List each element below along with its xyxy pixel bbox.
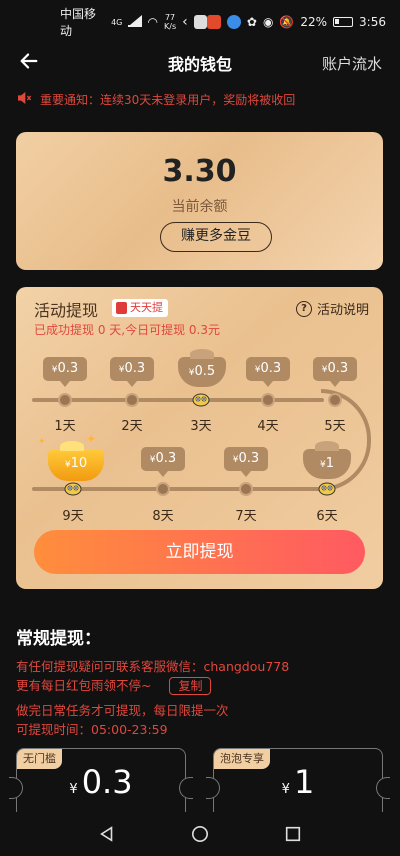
mail-app-icon	[193, 15, 207, 29]
back-button[interactable]	[18, 50, 46, 78]
arrow-left-icon	[20, 53, 38, 69]
contact-info: 有任何提现疑问可联系客服微信：changdou778	[16, 659, 290, 674]
mascot-icon	[64, 482, 82, 496]
mascot-icon	[192, 393, 210, 407]
withdraw-rule: 做完日常任务才可提现，每日限提一次	[16, 703, 229, 718]
day9-reward-ingot: ¥10	[48, 441, 104, 481]
activity-info-link[interactable]: ? 活动说明	[295, 299, 369, 318]
day3-reward-ingot: ¥0.5	[178, 349, 226, 387]
day5-reward-bubble: ¥0.3	[313, 357, 357, 387]
daily-tag: 天天提	[112, 299, 168, 317]
nav-back-button[interactable]	[92, 819, 122, 849]
clock: 3:56	[359, 15, 386, 29]
copy-button[interactable]: 复制	[169, 677, 212, 695]
sparkle-icon: ✦	[38, 437, 46, 447]
progress-track-top	[32, 398, 324, 402]
balance-amount: 3.30	[162, 154, 237, 189]
regular-withdraw-title: 常规提现：	[16, 629, 101, 649]
notice-text: 重要通知：连续30天未登录用户，奖励将被收回	[40, 93, 296, 107]
currency-symbol: ¥	[69, 782, 78, 797]
withdraw-option-card[interactable]: 泡泡专享 ¥1	[206, 748, 390, 816]
day1-reward-bubble: ¥0.3	[43, 357, 87, 387]
question-icon: ?	[295, 300, 312, 317]
reward-amount: 0.3	[124, 361, 146, 376]
reward-amount: 1	[325, 456, 334, 471]
day2-label: 2天	[121, 419, 143, 434]
activity-status: 已成功提现 0 天,今日可提现 0.3元	[34, 323, 220, 337]
wifi-icon: ◠	[147, 15, 158, 29]
network-type: 4G	[111, 17, 123, 27]
red-packet-text: 更有每日红包雨领不停~	[16, 678, 152, 693]
mute-bell-icon: 🔕	[279, 15, 295, 29]
page-header: 我的钱包 账户流水	[0, 44, 400, 82]
day6-label: 6天	[316, 509, 338, 524]
notice-bar: 重要通知：连续30天未登录用户，奖励将被收回	[16, 90, 295, 109]
signal-icon	[128, 15, 142, 27]
day9-label: 9天	[62, 509, 84, 524]
earn-more-button[interactable]: 赚更多金豆	[160, 222, 272, 252]
option-value: 0.3	[81, 763, 133, 801]
reward-amount: 0.5	[194, 364, 216, 379]
reward-amount: 0.3	[155, 451, 177, 466]
day8-node	[156, 482, 170, 496]
withdraw-time: 可提现时间：05:00-23:59	[16, 722, 168, 737]
net-speed-value: 77	[164, 13, 176, 22]
net-speed-unit: K/s	[164, 22, 177, 31]
balance-label: 当前余额	[171, 199, 228, 215]
withdraw-option-card[interactable]: 无门槛 ¥0.3	[9, 748, 193, 816]
day4-node	[261, 393, 275, 407]
chevron-left-icon: ‹	[182, 14, 188, 30]
red-packet-line: 更有每日红包雨领不停~ 复制	[16, 675, 212, 695]
nav-recents-button[interactable]	[278, 819, 308, 849]
day5-node	[328, 393, 342, 407]
browser-app-icon	[226, 15, 241, 29]
option-value: 1	[293, 763, 315, 801]
reward-amount: 10	[70, 456, 88, 471]
status-bar: 中国移动 4G ◠ 77 K/s ‹ ✿ ◉ 🔕 22% 3:56	[0, 0, 400, 44]
day8-reward-bubble: ¥0.3	[141, 447, 185, 477]
app-notification-icon	[206, 15, 221, 29]
withdraw-now-button[interactable]: 立即提现	[34, 530, 365, 574]
settings-icon: ✿	[246, 15, 257, 29]
reward-amount: 0.3	[327, 361, 349, 376]
day1-node	[58, 393, 72, 407]
account-flow-link[interactable]: 账户流水	[322, 53, 382, 74]
day4-reward-bubble: ¥0.3	[246, 357, 290, 387]
activity-info-label: 活动说明	[316, 303, 369, 318]
battery-percent: 22%	[300, 15, 328, 29]
day4-label: 4天	[257, 419, 279, 434]
reward-amount: 0.3	[57, 361, 79, 376]
reward-amount: 0.3	[260, 361, 282, 376]
mute-speaker-icon	[16, 90, 32, 109]
day7-reward-bubble: ¥0.3	[224, 447, 268, 477]
option-amount: ¥1	[214, 763, 382, 801]
day5-label: 5天	[324, 419, 346, 434]
battery-icon	[333, 17, 354, 27]
triangle-back-icon	[99, 826, 112, 842]
sparkle-icon: ✦	[86, 432, 97, 446]
day2-node	[125, 393, 139, 407]
activity-withdraw-card: 活动提现 天天提 ? 活动说明 已成功提现 0 天,今日可提现 0.3元 ¥0.…	[16, 287, 383, 589]
mascot-icon	[318, 482, 336, 496]
eye-icon: ◉	[262, 15, 274, 29]
activity-title: 活动提现	[34, 301, 99, 320]
circle-home-icon	[191, 825, 208, 843]
square-recents-icon	[286, 826, 301, 842]
balance-card: 3.30 当前余额 赚更多金豆	[16, 132, 383, 270]
day7-node	[239, 482, 253, 496]
day3-label: 3天	[190, 419, 212, 434]
reward-amount: 0.3	[238, 451, 260, 466]
net-speed: 77 K/s	[164, 13, 176, 31]
day7-label: 7天	[235, 509, 257, 524]
option-amount: ¥0.3	[17, 763, 185, 801]
carrier-name: 中国移动	[60, 7, 97, 38]
day8-label: 8天	[152, 509, 174, 524]
currency-symbol: ¥	[281, 782, 290, 797]
day2-reward-bubble: ¥0.3	[110, 357, 154, 387]
system-nav-bar	[0, 812, 400, 856]
nav-home-button[interactable]	[185, 819, 215, 849]
day1-label: 1天	[54, 419, 76, 434]
